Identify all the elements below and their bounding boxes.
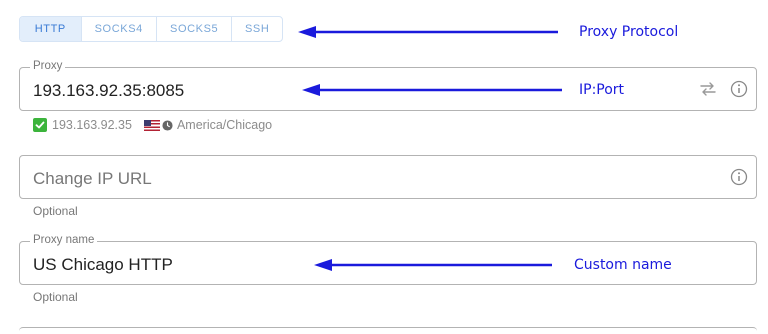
annotation-arrow-protocol <box>298 26 558 38</box>
check-icon <box>33 118 47 132</box>
tab-ssh[interactable]: SSH <box>232 17 282 41</box>
change-ip-url-helper: Optional <box>33 204 78 218</box>
swap-arrows-icon[interactable] <box>698 80 718 98</box>
annotation-ip-port: IP:Port <box>579 82 625 98</box>
info-icon[interactable] <box>730 80 748 98</box>
proxy-field-label: Proxy <box>30 60 66 72</box>
annotation-arrow-ip-port <box>302 84 562 96</box>
tab-socks5[interactable]: SOCKS5 <box>157 17 233 41</box>
proxy-ip-text: 193.163.92.35 <box>52 118 132 132</box>
proxy-name-value[interactable]: US Chicago HTTP <box>33 255 173 275</box>
us-flag-icon <box>143 119 160 131</box>
tab-http[interactable]: HTTP <box>20 17 82 41</box>
protocol-tabs: HTTP SOCKS4 SOCKS5 SSH <box>19 16 283 42</box>
proxy-name-label: Proxy name <box>30 234 98 246</box>
proxy-input-value[interactable]: 193.163.92.35:8085 <box>33 81 184 101</box>
change-ip-url-field[interactable]: Change IP URL <box>19 155 757 199</box>
proxy-status: 193.163.92.35 America/Chicago <box>33 118 272 132</box>
tab-socks4[interactable]: SOCKS4 <box>82 17 157 41</box>
timezone-text: America/Chicago <box>176 118 273 132</box>
clock-icon <box>162 119 173 131</box>
change-ip-url-placeholder[interactable]: Change IP URL <box>33 169 152 189</box>
annotation-proxy-protocol: Proxy Protocol <box>579 24 679 40</box>
info-icon[interactable] <box>730 168 748 186</box>
proxy-name-helper: Optional <box>33 290 78 304</box>
annotation-custom-name: Custom name <box>574 257 672 273</box>
annotation-arrow-custom-name <box>314 259 552 271</box>
